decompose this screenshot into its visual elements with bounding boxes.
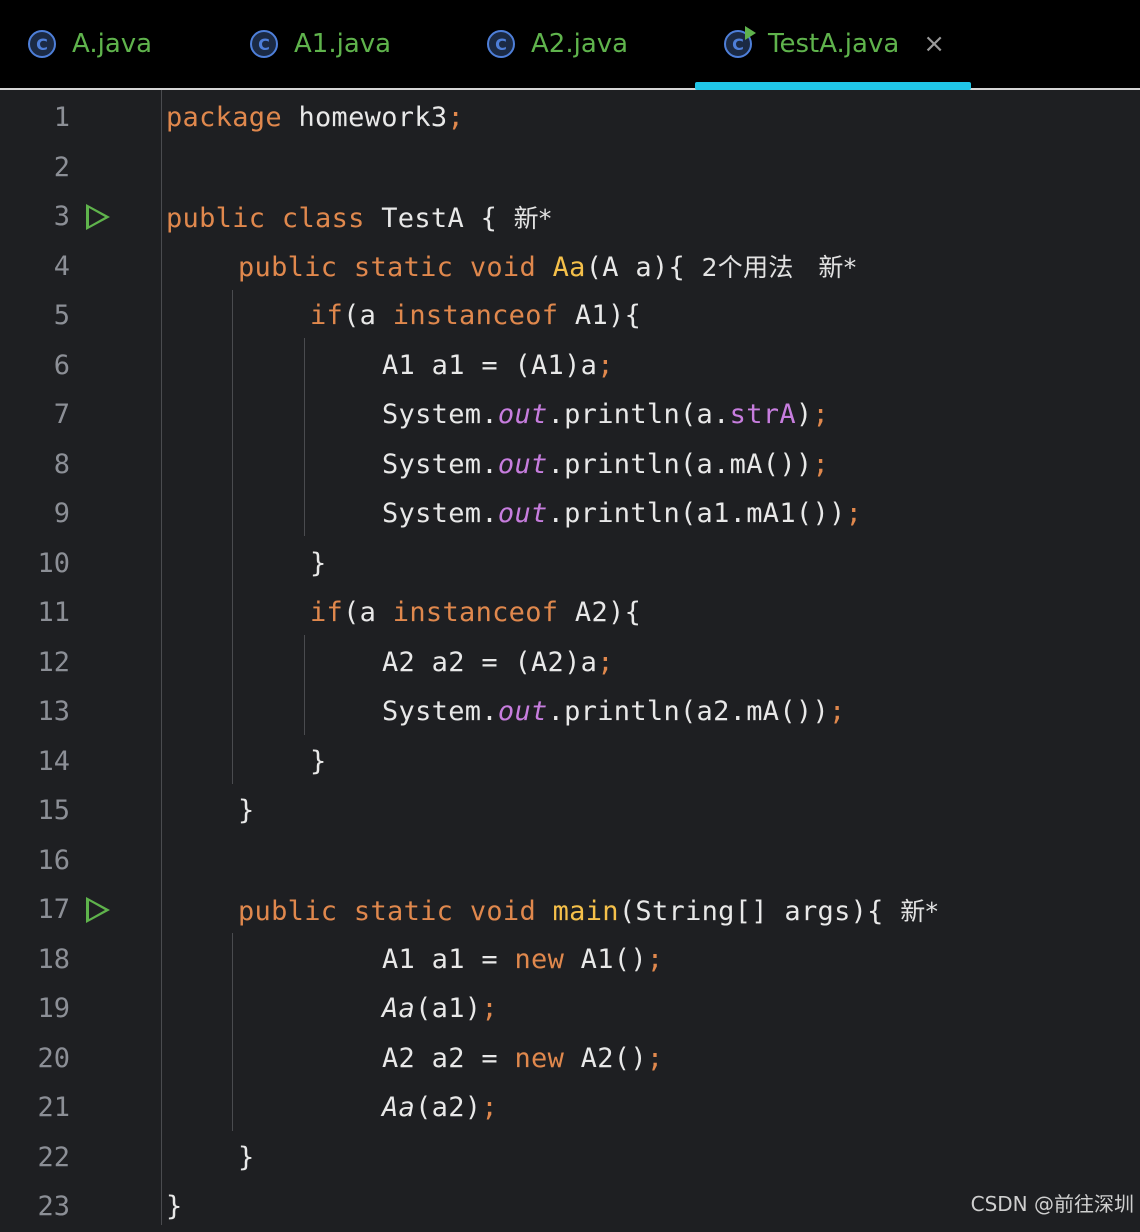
code-line: 18 A1 a1 = new A1(); (0, 935, 1140, 985)
code-text: } (310, 745, 327, 777)
code-line: 23 } (0, 1182, 1140, 1232)
code-line: 6 A1 a1 = (A1)a; (0, 341, 1140, 391)
code-text: A2 a2 = new A2(); (382, 1042, 664, 1074)
code-line: 15 } (0, 786, 1140, 836)
line-number: 18 (37, 943, 70, 975)
inlay-hint: 新* (497, 203, 552, 233)
inlay-hint: 2个用法 新* (685, 253, 857, 283)
line-number: 23 (37, 1191, 70, 1223)
tab-a-java[interactable]: C A.java (28, 0, 152, 88)
code-line: 14 } (0, 737, 1140, 787)
code-line: 3 public class TestA { 新* (0, 192, 1140, 242)
class-icon: C (28, 30, 56, 58)
tab-label: TestA.java (768, 29, 900, 59)
runnable-class-icon: C (724, 26, 756, 58)
code-text: Aa(a1); (382, 993, 498, 1025)
code-line: 8 System.out.println(a.mA()); (0, 440, 1140, 490)
line-number: 11 (37, 597, 70, 629)
class-icon: C (250, 30, 278, 58)
run-icon[interactable] (86, 896, 110, 923)
line-number: 5 (53, 300, 70, 332)
code-text: } (310, 547, 327, 579)
code-line: 17 public static void main(String[] args… (0, 885, 1140, 935)
code-text: System.out.println(a2.mA()); (382, 696, 846, 728)
line-number: 13 (37, 696, 70, 728)
line-number: 14 (37, 745, 70, 777)
code-text: Aa(a2); (382, 1092, 498, 1124)
active-tab-indicator (695, 82, 971, 90)
code-text: System.out.println(a.mA()); (382, 448, 830, 480)
code-line: 1 package homework3; (0, 93, 1140, 143)
line-number: 22 (37, 1141, 70, 1173)
code-line: 21 Aa(a2); (0, 1083, 1140, 1133)
line-number: 20 (37, 1042, 70, 1074)
code-text: public class TestA { 新* (166, 202, 552, 234)
tab-a1-java[interactable]: C A1.java (250, 0, 391, 88)
code-text: if(a instanceof A1){ (310, 300, 642, 332)
line-number: 9 (53, 498, 70, 530)
line-number: 17 (37, 894, 70, 926)
tab-testa-java[interactable]: C TestA.java × (724, 0, 945, 88)
line-number: 2 (53, 151, 70, 183)
tab-label: A.java (72, 29, 153, 59)
line-number: 8 (53, 448, 70, 480)
code-line: 22 } (0, 1133, 1140, 1183)
line-number: 10 (37, 547, 70, 579)
close-icon[interactable]: × (923, 29, 945, 59)
code-line: 4 public static void Aa(A a){ 2个用法 新* (0, 242, 1140, 292)
code-text: } (238, 1141, 255, 1173)
editor-tab-bar: C A.java C A1.java C A2.java C TestA.jav… (0, 0, 1140, 90)
line-number: 4 (53, 250, 70, 282)
line-number: 3 (53, 201, 70, 233)
code-editor[interactable]: 1 package homework3; 2 3 public class Te… (0, 90, 1140, 1225)
code-line: 5 if(a instanceof A1){ (0, 291, 1140, 341)
code-line: 9 System.out.println(a1.mA1()); (0, 489, 1140, 539)
code-line: 2 (0, 143, 1140, 193)
code-line: 20 A2 a2 = new A2(); (0, 1034, 1140, 1084)
line-number: 12 (37, 646, 70, 678)
code-text: if(a instanceof A2){ (310, 597, 642, 629)
line-number: 16 (37, 844, 70, 876)
code-text: public static void Aa(A a){ 2个用法 新* (238, 252, 857, 284)
tab-label: A1.java (294, 29, 392, 59)
class-icon: C (487, 30, 515, 58)
code-text: package homework3; (166, 102, 465, 134)
code-text: public static void main(String[] args){ … (238, 895, 939, 927)
line-number: 6 (53, 349, 70, 381)
run-icon[interactable] (86, 203, 110, 230)
code-line: 16 (0, 836, 1140, 886)
line-number: 19 (37, 993, 70, 1025)
code-text: } (238, 795, 255, 827)
line-number: 15 (37, 795, 70, 827)
code-text: A1 a1 = new A1(); (382, 943, 664, 975)
code-line: 13 System.out.println(a2.mA()); (0, 687, 1140, 737)
code-text: A1 a1 = (A1)a; (382, 349, 614, 381)
inlay-hint: 新* (883, 896, 939, 926)
line-number: 1 (53, 102, 70, 134)
code-line: 11 if(a instanceof A2){ (0, 588, 1140, 638)
line-number: 7 (53, 399, 70, 431)
code-text: } (166, 1191, 183, 1223)
tab-label: A2.java (531, 29, 629, 59)
line-number: 21 (37, 1092, 70, 1124)
code-line: 7 System.out.println(a.strA); (0, 390, 1140, 440)
watermark: CSDN @前往深圳 (970, 1192, 1134, 1216)
tab-a2-java[interactable]: C A2.java (487, 0, 628, 88)
code-line: 19 Aa(a1); (0, 984, 1140, 1034)
code-text: System.out.println(a.strA); (382, 399, 830, 431)
code-text: A2 a2 = (A2)a; (382, 646, 614, 678)
code-line: 12 A2 a2 = (A2)a; (0, 638, 1140, 688)
code-line: 10 } (0, 539, 1140, 589)
code-text: System.out.println(a1.mA1()); (382, 498, 863, 530)
